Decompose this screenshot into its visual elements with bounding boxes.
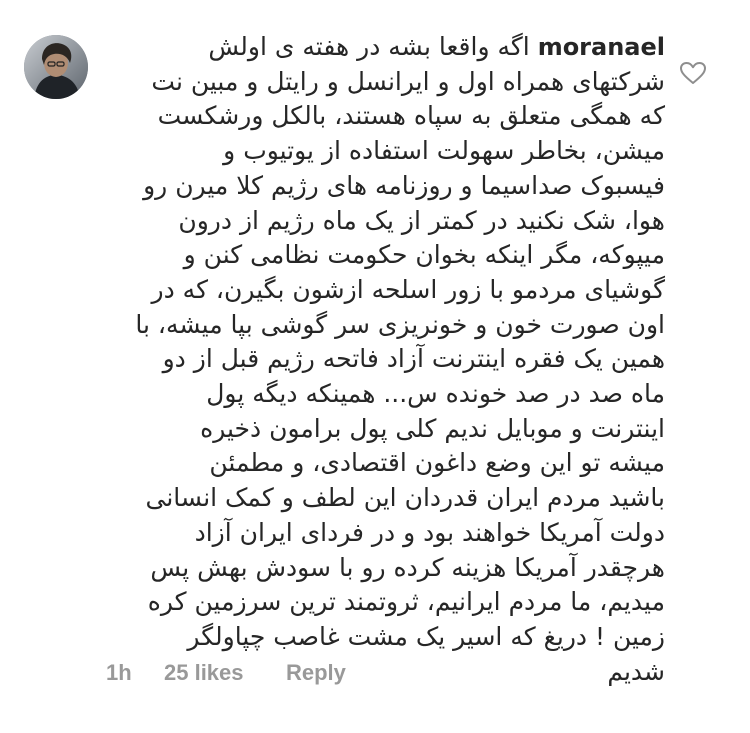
comment-line: زمین ! دریغ که اسیر یک مشت غاصب چپاولگر (187, 621, 665, 651)
comment-line: هرچقدر آمریکا هزینه کرده رو با سودش بهش … (150, 552, 665, 582)
comment-line: اون صورت خون و خونریزی سر گوشی بپا میشه،… (135, 309, 665, 339)
comment-username[interactable]: moranael (538, 33, 665, 61)
comment-line: میپوکه، مگر اینکه بخوان حکومت نظامی کنن … (183, 240, 665, 270)
comment-line: هوا، شک نکنید در کمتر از یک ماه رژیم از … (178, 205, 665, 235)
comment-timestamp: 1h (106, 660, 132, 685)
comment-line: همین یک فقره اینترنت آزاد فاتحه رژیم قبل… (162, 344, 665, 374)
comment-first-line: moranael اگه واقعا بشه در هفته ی اولش (100, 30, 665, 65)
avatar[interactable] (24, 35, 88, 99)
comment-text: moranael اگه واقعا بشه در هفته ی اولش شر… (100, 30, 665, 689)
comment-line: میشه تو این وضع داغون اقتصادی، و مطمئن (209, 448, 665, 478)
reply-button[interactable]: Reply (286, 660, 346, 686)
like-button[interactable] (679, 61, 707, 85)
comment-line: گوشیای مردمو با زور اسلحه ازشون بگیرن، ک… (151, 274, 665, 304)
heart-outline-icon (680, 62, 706, 84)
comment-line: اینترنت و موبایل ندیم کلی پول برامون ذخی… (200, 413, 665, 443)
comment-line: که همگی متعلق به سپاه هستند، بالکل ورشکس… (157, 101, 665, 131)
comment-line: باشید مردم ایران قدردان این لطف و کمک ان… (145, 483, 665, 513)
comment-line: دولت آمریکا خواهند بود و در فردای ایران … (194, 517, 665, 547)
comment-line: شرکتهای همراه اول و ایرانسل و رایتل و مب… (151, 66, 665, 96)
comment-line: میشن، بخاطر سهولت استفاده از یوتیوب و (223, 136, 665, 166)
comment-line: فیسبوک صداسیما و روزنامه های رژیم کلا می… (143, 170, 665, 200)
likes-count-link[interactable]: 25 likes (164, 660, 244, 686)
comment-line: میدیم، ما مردم ایرانیم، ثروتمند ترین سرز… (147, 587, 665, 617)
comment-line: اگه واقعا بشه در هفته ی اولش (208, 32, 530, 61)
user-avatar-photo (24, 35, 88, 99)
comment-line: ماه صد در صد خونده س... همینکه دیگه پول (206, 379, 665, 409)
